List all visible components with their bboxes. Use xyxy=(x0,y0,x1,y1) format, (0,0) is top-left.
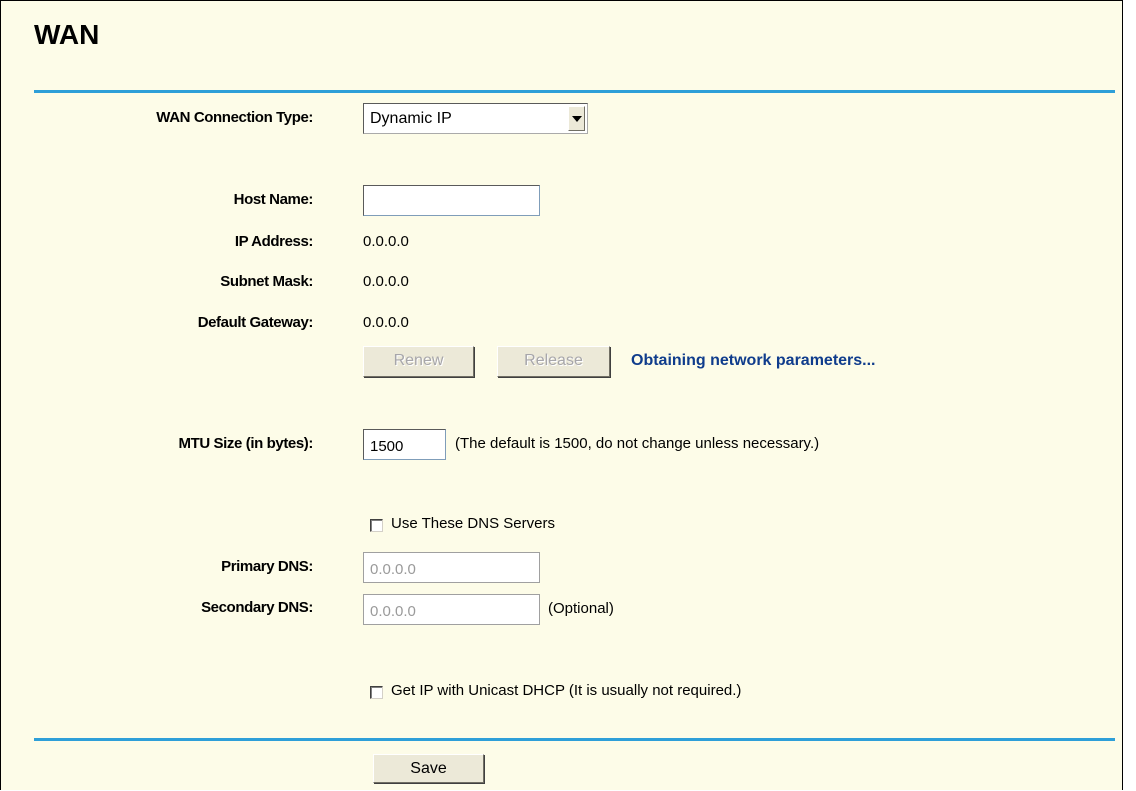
connection-type-select[interactable]: Dynamic IP xyxy=(363,103,588,134)
renew-button[interactable]: Renew xyxy=(363,346,474,377)
top-divider xyxy=(34,90,1115,93)
primary-dns-input[interactable] xyxy=(363,552,540,583)
host-name-label: Host Name: xyxy=(233,191,314,208)
release-button[interactable]: Release xyxy=(497,346,610,377)
mtu-label: MTU Size (in bytes): xyxy=(178,435,313,452)
connection-type-value: Dynamic IP xyxy=(370,110,452,127)
mtu-input[interactable] xyxy=(363,429,446,460)
secondary-dns-note: (Optional) xyxy=(548,600,614,617)
mtu-note: (The default is 1500, do not change unle… xyxy=(455,435,820,452)
subnet-mask-value: 0.0.0.0 xyxy=(363,273,409,290)
default-gateway-value: 0.0.0.0 xyxy=(363,314,409,331)
subnet-mask-label: Subnet Mask: xyxy=(220,273,313,290)
page-title: WAN xyxy=(34,19,100,50)
secondary-dns-input[interactable] xyxy=(363,594,540,625)
dropdown-button[interactable] xyxy=(568,106,585,131)
status-text: Obtaining network parameters... xyxy=(631,352,876,369)
ip-address-label: IP Address: xyxy=(234,233,314,250)
chevron-down-icon xyxy=(572,116,582,122)
save-button[interactable]: Save xyxy=(373,754,484,783)
wan-settings-panel: WAN WAN Connection Type: Dynamic IP Host… xyxy=(0,0,1123,790)
ip-address-value: 0.0.0.0 xyxy=(363,233,409,250)
host-name-input[interactable] xyxy=(363,185,540,216)
default-gateway-label: Default Gateway: xyxy=(197,314,314,331)
use-dns-label: Use These DNS Servers xyxy=(391,515,555,532)
secondary-dns-label: Secondary DNS: xyxy=(201,599,313,616)
use-dns-checkbox[interactable] xyxy=(370,519,383,532)
bottom-divider xyxy=(34,738,1115,741)
unicast-dhcp-label: Get IP with Unicast DHCP (It is usually … xyxy=(391,682,742,699)
connection-type-label: WAN Connection Type: xyxy=(156,109,313,126)
primary-dns-label: Primary DNS: xyxy=(221,558,313,575)
unicast-dhcp-checkbox[interactable] xyxy=(370,686,383,699)
